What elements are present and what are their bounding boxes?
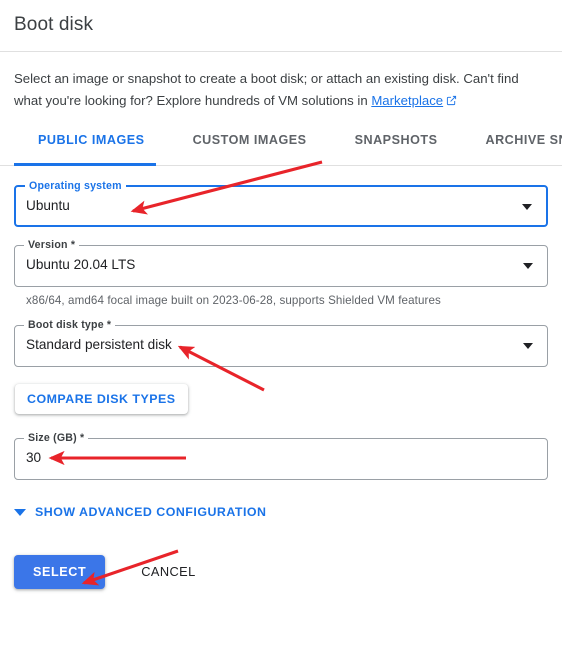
boot-disk-type-value: Standard persistent disk — [26, 337, 172, 352]
tab-custom-images[interactable]: CUSTOM IMAGES — [169, 131, 331, 147]
boot-disk-type-select[interactable]: Boot disk type * Standard persistent dis… — [14, 319, 548, 367]
chevron-down-icon — [14, 508, 26, 516]
show-advanced-configuration-toggle[interactable]: SHOW ADVANCED CONFIGURATION — [0, 505, 266, 519]
version-helper-text: x86/64, amd64 focal image built on 2023-… — [26, 294, 441, 307]
active-tab-indicator — [14, 163, 156, 166]
tab-snapshots[interactable]: SNAPSHOTS — [331, 131, 462, 147]
operating-system-value: Ubuntu — [26, 198, 70, 213]
select-button[interactable]: SELECT — [14, 554, 106, 589]
marketplace-link[interactable]: Marketplace — [371, 93, 443, 108]
dialog-description: Select an image or snapshot to create a … — [0, 52, 548, 113]
tab-archive-snapshots[interactable]: ARCHIVE SNAPSHOTS — [461, 131, 562, 147]
version-label: Version * — [24, 239, 80, 251]
version-value: Ubuntu 20.04 LTS — [26, 257, 136, 272]
boot-disk-form: Operating system Ubuntu Version * Ubuntu… — [0, 180, 562, 480]
size-input[interactable]: Size (GB) * 30 — [14, 432, 548, 480]
size-value: 30 — [26, 450, 42, 465]
show-advanced-label: SHOW ADVANCED CONFIGURATION — [35, 505, 267, 519]
chevron-down-icon[interactable] — [523, 263, 533, 269]
cancel-button[interactable]: CANCEL — [127, 554, 209, 589]
chevron-down-icon[interactable] — [522, 204, 532, 210]
operating-system-label: Operating system — [25, 180, 126, 192]
page-title: Boot disk — [14, 14, 94, 35]
dialog-header: Boot disk — [0, 0, 562, 52]
size-label: Size (GB) * — [24, 432, 89, 444]
chevron-down-icon[interactable] — [523, 343, 533, 349]
tab-public-images[interactable]: PUBLIC IMAGES — [14, 131, 169, 147]
boot-disk-type-label: Boot disk type * — [24, 319, 116, 331]
external-link-icon — [446, 91, 457, 113]
tab-bar: PUBLIC IMAGES CUSTOM IMAGES SNAPSHOTS AR… — [0, 131, 562, 167]
version-select[interactable]: Version * Ubuntu 20.04 LTS — [14, 239, 548, 287]
dialog-actions: SELECT CANCEL — [0, 554, 562, 589]
tab-list: PUBLIC IMAGES CUSTOM IMAGES SNAPSHOTS AR… — [0, 131, 562, 165]
compare-disk-types-button[interactable]: COMPARE DISK TYPES — [15, 384, 188, 414]
operating-system-select[interactable]: Operating system Ubuntu — [14, 180, 548, 227]
